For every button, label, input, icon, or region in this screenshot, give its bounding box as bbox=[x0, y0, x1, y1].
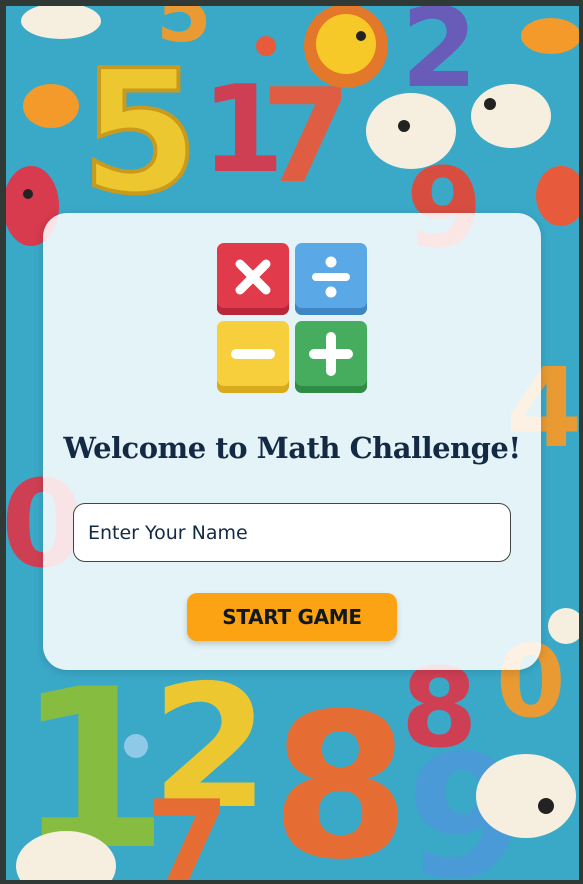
game-window: 5 1 7 2 5 9 1 2 8 8 9 7 0 0 4 bbox=[0, 0, 583, 884]
svg-text:7: 7 bbox=[146, 776, 230, 880]
page-title: Welcome to Math Challenge! bbox=[63, 431, 521, 465]
welcome-card: Welcome to Math Challenge! START GAME bbox=[43, 213, 541, 670]
plus-tile bbox=[295, 321, 367, 393]
multiply-icon bbox=[235, 259, 271, 295]
svg-text:5: 5 bbox=[81, 34, 199, 232]
minus-tile bbox=[217, 321, 289, 393]
svg-text:5: 5 bbox=[156, 6, 212, 60]
multiply-tile bbox=[217, 243, 289, 315]
svg-text:8: 8 bbox=[271, 671, 410, 880]
plus-icon bbox=[309, 332, 353, 376]
start-game-button[interactable]: START GAME bbox=[187, 593, 397, 641]
math-operations-logo bbox=[217, 243, 367, 393]
minus-icon bbox=[231, 349, 275, 359]
name-input[interactable] bbox=[73, 503, 511, 562]
divide-icon bbox=[312, 256, 350, 298]
divide-tile bbox=[295, 243, 367, 315]
